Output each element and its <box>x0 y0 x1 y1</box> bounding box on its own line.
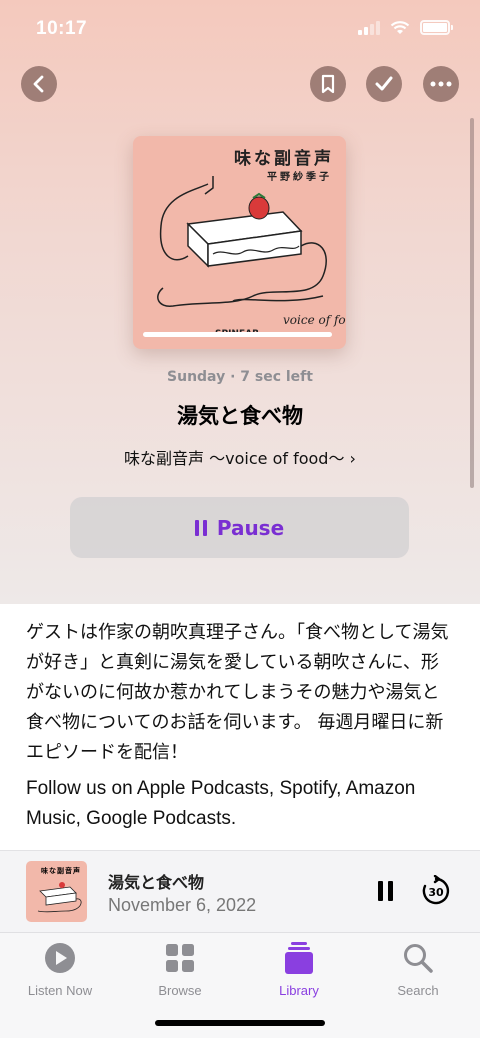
search-icon <box>404 944 433 973</box>
library-stack-icon <box>285 942 313 974</box>
chevron-left-icon <box>33 75 44 93</box>
home-indicator[interactable] <box>155 1020 325 1026</box>
episode-description: ゲストは作家の朝吹真理子さん。「食べ物として湯気が好き」と真剣に湯気を愛している… <box>26 622 449 763</box>
bookmark-icon <box>321 74 335 94</box>
mini-pause-button[interactable] <box>378 881 393 901</box>
artwork-script-text: voice of food <box>283 313 346 327</box>
grid-icon <box>166 944 194 972</box>
mini-player[interactable]: 味な副音声 湯気と食べ物 November 6, 2022 30 <box>0 850 480 932</box>
pause-button[interactable]: Pause <box>70 497 409 558</box>
pause-icon <box>194 519 207 536</box>
ellipsis-icon <box>430 81 452 87</box>
episode-meta: Sunday · 7 sec left <box>167 369 313 385</box>
cake-illustration: voice of food SPINEAR <box>157 176 346 339</box>
checkmark-icon <box>375 76 393 91</box>
tab-browse[interactable]: Browse <box>130 941 230 998</box>
tab-listen-now[interactable]: Listen Now <box>10 941 110 998</box>
show-link[interactable]: 味な副音声 〜voice of food〜 › <box>0 445 480 469</box>
mini-cake-illustration <box>37 882 82 913</box>
play-circle-icon <box>45 943 75 973</box>
follow-text: Follow us on Apple Podcasts, Spotify, Am… <box>26 778 416 829</box>
back-button[interactable] <box>21 66 57 102</box>
tab-label: Browse <box>158 983 202 998</box>
pause-button-label: Pause <box>216 515 285 540</box>
tab-search[interactable]: Search <box>368 941 468 998</box>
wifi-icon <box>390 20 410 34</box>
mini-player-artwork: 味な副音声 <box>26 861 87 922</box>
status-bar: 10:17 <box>0 0 480 60</box>
episode-title: 湯気と食べ物 <box>177 404 303 428</box>
skip-forward-30-icon[interactable]: 30 <box>420 875 452 907</box>
battery-icon <box>420 20 453 35</box>
cellular-signal-icon <box>358 20 380 35</box>
tab-label: Listen Now <box>27 983 93 998</box>
more-button[interactable] <box>423 66 459 102</box>
mark-played-button[interactable] <box>366 66 402 102</box>
bookmark-button[interactable] <box>310 66 346 102</box>
tab-label: Search <box>397 983 439 998</box>
scroll-indicator[interactable] <box>470 118 474 488</box>
artwork-progress-bar <box>143 332 332 337</box>
skip-seconds-label: 30 <box>428 886 444 899</box>
mini-player-date: November 6, 2022 <box>108 895 257 915</box>
tab-library[interactable]: Library <box>249 941 349 998</box>
mini-player-title: 湯気と食べ物 <box>108 873 205 892</box>
status-time: 10:17 <box>36 18 88 39</box>
tab-label: Library <box>279 983 319 998</box>
podcast-artwork: 味な副音声 平野紗季子 voice of food SPINEAR <box>133 136 346 349</box>
status-icons <box>358 20 453 35</box>
